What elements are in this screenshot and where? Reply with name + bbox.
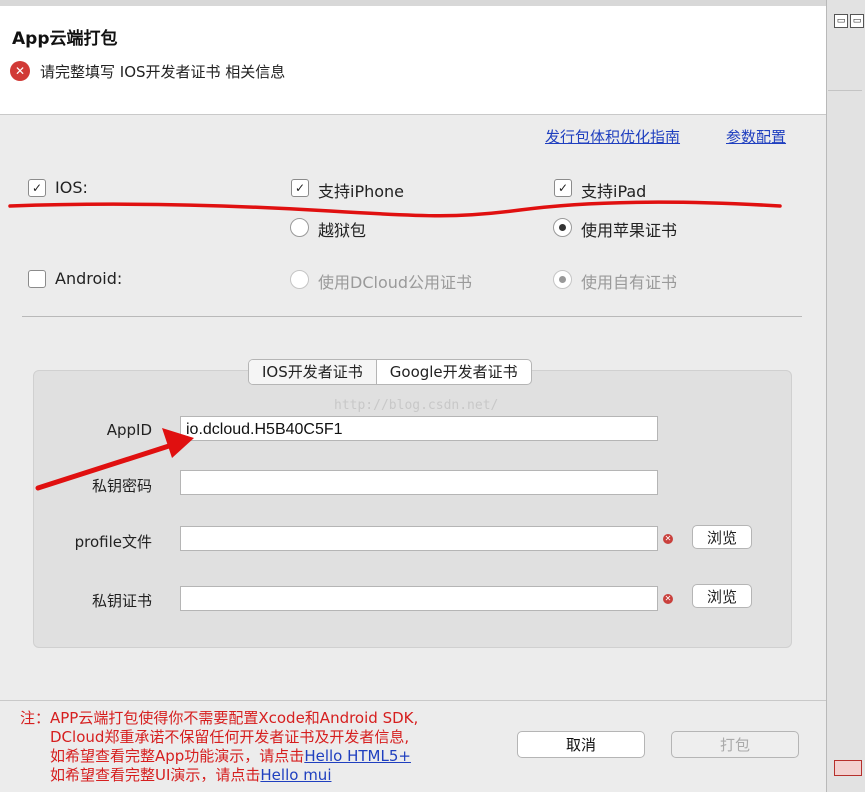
ios-label: IOS:: [55, 178, 88, 197]
footer-note-line3: 如希望查看完整App功能演示，请点击Hello HTML5+: [50, 747, 411, 765]
key-cert-browse-button[interactable]: 浏览: [692, 584, 752, 608]
appid-field[interactable]: io.dcloud.H5B40C5F1: [180, 416, 658, 441]
own-cert-radio[interactable]: [553, 270, 572, 289]
hello-mui-link[interactable]: Hello mui: [260, 766, 331, 784]
optimize-guide-link[interactable]: 发行包体积优化指南: [545, 126, 680, 147]
background-window-strip: [826, 0, 865, 792]
dialog-title: App云端打包: [12, 29, 118, 49]
profile-error-icon: ✕: [663, 534, 673, 544]
annotation-underline: [8, 200, 782, 218]
footer-note-line1: 注：APP云端打包使得你不需要配置Xcode和Android SDK,: [20, 709, 419, 727]
param-config-link[interactable]: 参数配置: [726, 126, 786, 147]
key-password-field[interactable]: [180, 470, 658, 495]
background-window-divider: [828, 90, 862, 91]
key-password-label: 私钥密码: [91, 477, 152, 495]
apple-cert-label: 使用苹果证书: [581, 221, 678, 240]
dcloud-cert-radio[interactable]: [290, 270, 309, 289]
hello-html5-link[interactable]: Hello HTML5+: [304, 747, 411, 765]
dialog-header: App云端打包 ✕ 请完整填写 IOS开发者证书 相关信息: [0, 6, 826, 115]
key-cert-error-icon: ✕: [663, 594, 673, 604]
background-window-icon: ▭: [834, 14, 848, 28]
ipad-label: 支持iPad: [581, 182, 647, 201]
footer-note-line2: DCloud郑重承诺不保留任何开发者证书及开发者信息,: [50, 728, 410, 746]
apple-cert-radio[interactable]: [553, 218, 572, 237]
android-label: Android:: [55, 269, 123, 288]
profile-field[interactable]: [180, 526, 658, 551]
tab-ios-cert[interactable]: IOS开发者证书: [249, 360, 377, 384]
tab-google-cert[interactable]: Google开发者证书: [377, 360, 531, 384]
jailbreak-label: 越狱包: [318, 221, 367, 240]
error-message: 请完整填写 IOS开发者证书 相关信息: [40, 63, 286, 81]
background-window-badge: [834, 760, 862, 776]
background-window-icon: ▭: [850, 14, 864, 28]
section-divider: [22, 316, 802, 317]
key-cert-field[interactable]: [180, 586, 658, 611]
cancel-button[interactable]: 取消: [517, 731, 645, 758]
dcloud-cert-label: 使用DCloud公用证书: [318, 273, 473, 292]
footer-note-line4: 如希望查看完整UI演示，请点击Hello mui: [50, 766, 332, 784]
cert-tabs: IOS开发者证书 Google开发者证书: [248, 359, 532, 385]
profile-label: profile文件: [74, 533, 152, 551]
jailbreak-radio[interactable]: [290, 218, 309, 237]
own-cert-label: 使用自有证书: [581, 273, 678, 292]
iphone-checkbox[interactable]: ✓: [291, 179, 309, 197]
error-x-icon: ✕: [10, 61, 30, 81]
iphone-label: 支持iPhone: [318, 182, 405, 201]
key-cert-label: 私钥证书: [91, 592, 152, 610]
watermark: http://blog.csdn.net/: [334, 398, 499, 413]
build-button[interactable]: 打包: [671, 731, 799, 758]
android-checkbox[interactable]: [28, 270, 46, 288]
footer-divider: [0, 700, 826, 701]
ipad-checkbox[interactable]: ✓: [554, 179, 572, 197]
ios-checkbox[interactable]: ✓: [28, 179, 46, 197]
appid-label: AppID: [106, 421, 152, 439]
profile-browse-button[interactable]: 浏览: [692, 525, 752, 549]
